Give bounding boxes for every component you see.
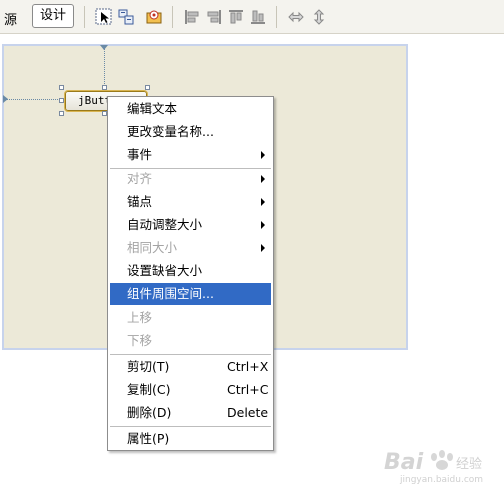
menu-item-label: 锚点 [127, 194, 153, 209]
submenu-arrow-icon [261, 221, 265, 229]
menu-item-align: 对齐 [110, 168, 271, 190]
toolbar-separator [172, 6, 173, 28]
menu-item-rename-variable[interactable]: 更改变量名称... [110, 121, 271, 143]
baidu-watermark: Bai 经验 jingyan.baidu.com [382, 441, 500, 491]
menu-item-label: 自动调整大小 [127, 217, 203, 232]
menu-item-same-size: 相同大小 [110, 237, 271, 259]
menu-item-label: 设置缺省大小 [127, 263, 203, 278]
submenu-arrow-icon [261, 175, 265, 183]
submenu-arrow-icon [261, 244, 265, 252]
resize-handle[interactable] [59, 85, 64, 90]
align-left-icon[interactable] [183, 8, 201, 26]
menu-item-set-default-size[interactable]: 设置缺省大小 [110, 260, 271, 282]
watermark-text: 经验 [456, 457, 483, 472]
context-menu: 编辑文本 更改变量名称... 事件 对齐 锚点 自动调整大小 相同大小 设置缺省… [107, 96, 274, 451]
align-top-icon[interactable] [227, 8, 245, 26]
menu-separator [110, 426, 271, 427]
resize-handle[interactable] [59, 98, 64, 103]
menu-item-space-around-component[interactable]: 组件周围空间... [110, 283, 271, 305]
submenu-arrow-icon [261, 151, 265, 159]
menu-item-move-up: 上移 [110, 307, 271, 329]
watermark-url: jingyan.baidu.com [400, 475, 484, 485]
menu-item-shortcut: Ctrl+X [227, 359, 269, 374]
connection-mode-icon[interactable] [117, 8, 135, 26]
menu-item-auto-resize[interactable]: 自动调整大小 [110, 214, 271, 236]
menu-item-properties[interactable]: 属性(P) [110, 428, 271, 450]
menu-item-label: 组件周围空间... [127, 286, 214, 301]
menu-item-delete[interactable]: 删除(D) Delete [110, 402, 271, 424]
tab-source[interactable]: 源 [4, 9, 17, 28]
left-anchor-arrow-icon [3, 95, 8, 103]
menu-item-move-down: 下移 [110, 330, 271, 352]
same-width-icon[interactable] [287, 8, 305, 26]
menu-item-copy[interactable]: 复制(C) Ctrl+C [110, 379, 271, 401]
vertical-anchor-guide [104, 48, 105, 84]
menu-item-shortcut: Ctrl+C [227, 382, 269, 397]
menu-item-anchor[interactable]: 锚点 [110, 191, 271, 213]
menu-item-label: 事件 [127, 147, 153, 162]
menu-item-label: 剪切(T) [127, 359, 170, 374]
menu-item-edit-text[interactable]: 编辑文本 [110, 98, 271, 120]
toolbar-separator [276, 6, 277, 28]
menu-item-events[interactable]: 事件 [110, 144, 271, 166]
same-height-icon[interactable] [310, 8, 328, 26]
menu-item-shortcut: Delete [227, 405, 269, 420]
align-bottom-icon[interactable] [249, 8, 267, 26]
menu-item-label: 删除(D) [127, 405, 172, 420]
menu-item-label: 下移 [127, 333, 153, 348]
menu-item-label: 更改变量名称... [127, 124, 214, 139]
designer-toolbar: 源 设计 [0, 0, 504, 34]
menu-separator [110, 354, 271, 355]
horizontal-anchor-guide [6, 99, 62, 100]
resize-handle[interactable] [145, 85, 150, 90]
menu-item-label: 上移 [127, 310, 153, 325]
menu-item-cut[interactable]: 剪切(T) Ctrl+X [110, 356, 271, 378]
tab-design[interactable]: 设计 [32, 4, 74, 28]
menu-item-label: 复制(C) [127, 382, 171, 397]
selection-mode-icon[interactable] [95, 8, 113, 26]
top-anchor-arrow-icon [100, 45, 108, 50]
menu-item-label: 属性(P) [127, 431, 170, 446]
align-right-icon[interactable] [205, 8, 223, 26]
resize-handle[interactable] [59, 111, 64, 116]
menu-item-label: 相同大小 [127, 240, 178, 255]
resize-handle[interactable] [102, 85, 107, 90]
preview-design-icon[interactable] [145, 8, 163, 26]
menu-item-label: 编辑文本 [127, 101, 178, 116]
submenu-arrow-icon [261, 198, 265, 206]
menu-item-label: 对齐 [127, 171, 153, 186]
toolbar-separator [84, 6, 85, 28]
svg-text:Bai: Bai [384, 450, 424, 475]
